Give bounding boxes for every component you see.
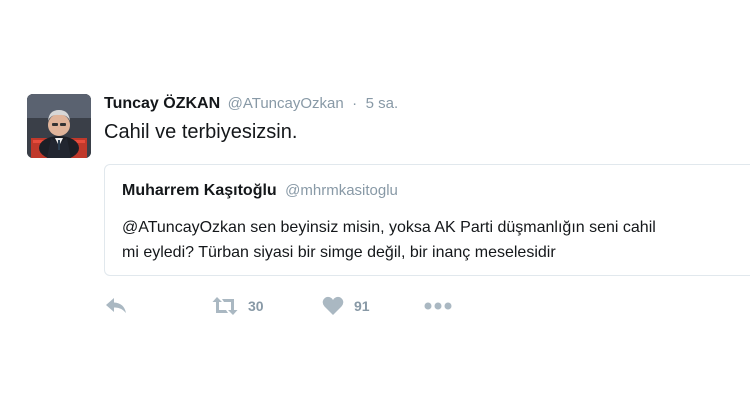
like-button[interactable]: 91 — [322, 294, 370, 318]
tweet-text: Cahil ve terbiyesizsin. — [104, 121, 298, 143]
like-count: 91 — [354, 298, 370, 314]
timestamp[interactable]: 5 sa. — [366, 95, 399, 112]
retweet-count: 30 — [248, 298, 264, 314]
avatar-photo — [27, 94, 91, 158]
quoted-tweet[interactable]: Muharrem Kaşıtoğlu @mhrmkasitoglu @ATunc… — [104, 164, 750, 276]
quoted-author-handle: @mhrmkasitoglu — [285, 182, 398, 199]
retweet-button[interactable]: 30 — [212, 294, 264, 318]
reply-button[interactable] — [104, 294, 128, 318]
tweet-actions: 30 91 — [104, 294, 504, 318]
more-button[interactable] — [424, 294, 452, 318]
reply-icon — [104, 296, 128, 316]
quoted-tweet-header: Muharrem Kaşıtoğlu @mhrmkasitoglu — [122, 181, 398, 201]
heart-icon — [322, 296, 344, 316]
retweet-icon — [212, 296, 238, 316]
tweet: Tuncay ÖZKAN @ATuncayOzkan · 5 sa. Cahil… — [0, 0, 750, 415]
avatar[interactable] — [27, 94, 91, 158]
quoted-author-name: Muharrem Kaşıtoğlu — [122, 182, 277, 199]
separator: · — [352, 95, 358, 112]
more-icon — [424, 301, 452, 311]
author-name[interactable]: Tuncay ÖZKAN — [104, 95, 220, 112]
tweet-header: Tuncay ÖZKAN @ATuncayOzkan · 5 sa. — [104, 94, 398, 114]
author-handle[interactable]: @ATuncayOzkan — [228, 95, 344, 112]
quoted-tweet-text: @ATuncayOzkan sen beyinsiz misin, yoksa … — [122, 219, 656, 261]
